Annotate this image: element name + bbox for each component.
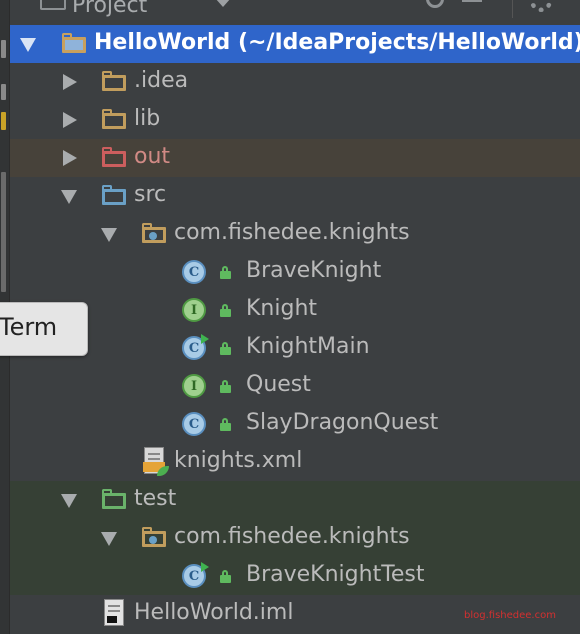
folder-icon bbox=[102, 109, 126, 129]
tree-node-class[interactable]: C SlayDragonQuest bbox=[10, 405, 580, 443]
lock-icon bbox=[220, 418, 232, 431]
tree-node-test[interactable]: test bbox=[10, 481, 580, 519]
tree-node-label: out bbox=[134, 144, 171, 169]
interface-icon: I bbox=[182, 374, 206, 398]
tree-node-label: test bbox=[134, 486, 177, 511]
tree-node-xml[interactable]: knights.xml bbox=[10, 443, 580, 481]
tree-node-label: src bbox=[134, 182, 167, 207]
lock-icon bbox=[220, 304, 232, 317]
chevron-down-icon[interactable] bbox=[101, 228, 117, 242]
watermark: blog.fishedee.com bbox=[464, 610, 556, 621]
tree-node-label: BraveKnight bbox=[246, 258, 382, 283]
project-view-icon bbox=[40, 0, 66, 10]
package-icon bbox=[142, 527, 166, 547]
tree-node-src[interactable]: src bbox=[10, 177, 580, 215]
spring-xml-file-icon bbox=[143, 447, 169, 476]
toolbar-separator bbox=[512, 0, 513, 18]
gear-icon[interactable] bbox=[530, 0, 552, 12]
root-name: HelloWorld bbox=[94, 30, 231, 55]
project-panel-header: Project bbox=[10, 0, 580, 26]
chevron-down-icon[interactable] bbox=[215, 0, 231, 7]
tree-node-label: com.fishedee.knights bbox=[174, 524, 410, 549]
term-tooltip[interactable]: Term bbox=[0, 302, 88, 356]
excluded-folder-icon bbox=[102, 147, 126, 167]
tree-node-interface[interactable]: I Knight bbox=[10, 291, 580, 329]
tree-node-class[interactable]: C BraveKnightTest bbox=[10, 557, 580, 595]
root-path: (~/IdeaProjects/HelloWorld) bbox=[237, 30, 580, 55]
chevron-down-icon[interactable] bbox=[61, 190, 77, 204]
module-file-icon bbox=[104, 599, 124, 626]
lock-icon bbox=[220, 570, 232, 583]
tree-node-class[interactable]: C BraveKnight bbox=[10, 253, 580, 291]
interface-icon: I bbox=[182, 298, 206, 322]
tree-node-src-package[interactable]: com.fishedee.knights bbox=[10, 215, 580, 253]
collapse-all-icon[interactable] bbox=[462, 0, 482, 10]
tree-node-class[interactable]: C KnightMain bbox=[10, 329, 580, 367]
tree-node-label: KnightMain bbox=[246, 334, 370, 359]
project-tree[interactable]: HelloWorld (~/IdeaProjects/HelloWorld) .… bbox=[10, 25, 580, 633]
tree-node-out[interactable]: out bbox=[10, 139, 580, 177]
tree-node-label: lib bbox=[134, 106, 161, 131]
tool-strip-marker[interactable] bbox=[1, 112, 6, 130]
chevron-right-icon[interactable] bbox=[63, 112, 77, 128]
tree-node-idea[interactable]: .idea bbox=[10, 63, 580, 101]
class-icon: C bbox=[182, 412, 206, 436]
tree-node-label: HelloWorld.iml bbox=[134, 600, 294, 625]
lock-icon bbox=[220, 266, 232, 279]
tree-node-label: BraveKnightTest bbox=[246, 562, 425, 587]
tree-node-label: knights.xml bbox=[174, 448, 303, 473]
chevron-down-icon[interactable] bbox=[61, 494, 77, 508]
source-folder-icon bbox=[102, 185, 126, 205]
tree-node-test-package[interactable]: com.fishedee.knights bbox=[10, 519, 580, 557]
class-icon: C bbox=[182, 260, 206, 284]
lock-icon bbox=[220, 380, 232, 393]
tool-strip-marker[interactable] bbox=[1, 84, 6, 100]
chevron-right-icon[interactable] bbox=[63, 74, 77, 90]
tool-strip-marker[interactable] bbox=[1, 172, 6, 292]
tooltip-text: Term bbox=[0, 313, 58, 341]
tool-strip-marker[interactable] bbox=[1, 40, 6, 58]
tree-node-label: SlayDragonQuest bbox=[246, 410, 439, 435]
lock-icon bbox=[220, 342, 232, 355]
test-folder-icon bbox=[102, 489, 126, 509]
run-marker-icon bbox=[201, 334, 209, 344]
tree-node-interface[interactable]: I Quest bbox=[10, 367, 580, 405]
tree-node-root[interactable]: HelloWorld (~/IdeaProjects/HelloWorld) bbox=[10, 25, 580, 63]
run-marker-icon bbox=[201, 562, 209, 572]
scroll-from-source-icon[interactable] bbox=[426, 0, 444, 8]
chevron-right-icon[interactable] bbox=[63, 150, 77, 166]
panel-title[interactable]: Project bbox=[72, 0, 147, 18]
folder-icon bbox=[102, 71, 126, 91]
tree-node-label: Quest bbox=[246, 372, 311, 397]
package-icon bbox=[142, 223, 166, 243]
tree-node-lib[interactable]: lib bbox=[10, 101, 580, 139]
tree-node-label: Knight bbox=[246, 296, 318, 321]
tree-node-label: HelloWorld (~/IdeaProjects/HelloWorld) bbox=[94, 30, 580, 55]
chevron-down-icon[interactable] bbox=[20, 38, 36, 52]
tree-node-label: com.fishedee.knights bbox=[174, 220, 410, 245]
tree-node-label: .idea bbox=[134, 68, 189, 93]
chevron-down-icon[interactable] bbox=[101, 532, 117, 546]
module-folder-icon bbox=[62, 33, 86, 53]
